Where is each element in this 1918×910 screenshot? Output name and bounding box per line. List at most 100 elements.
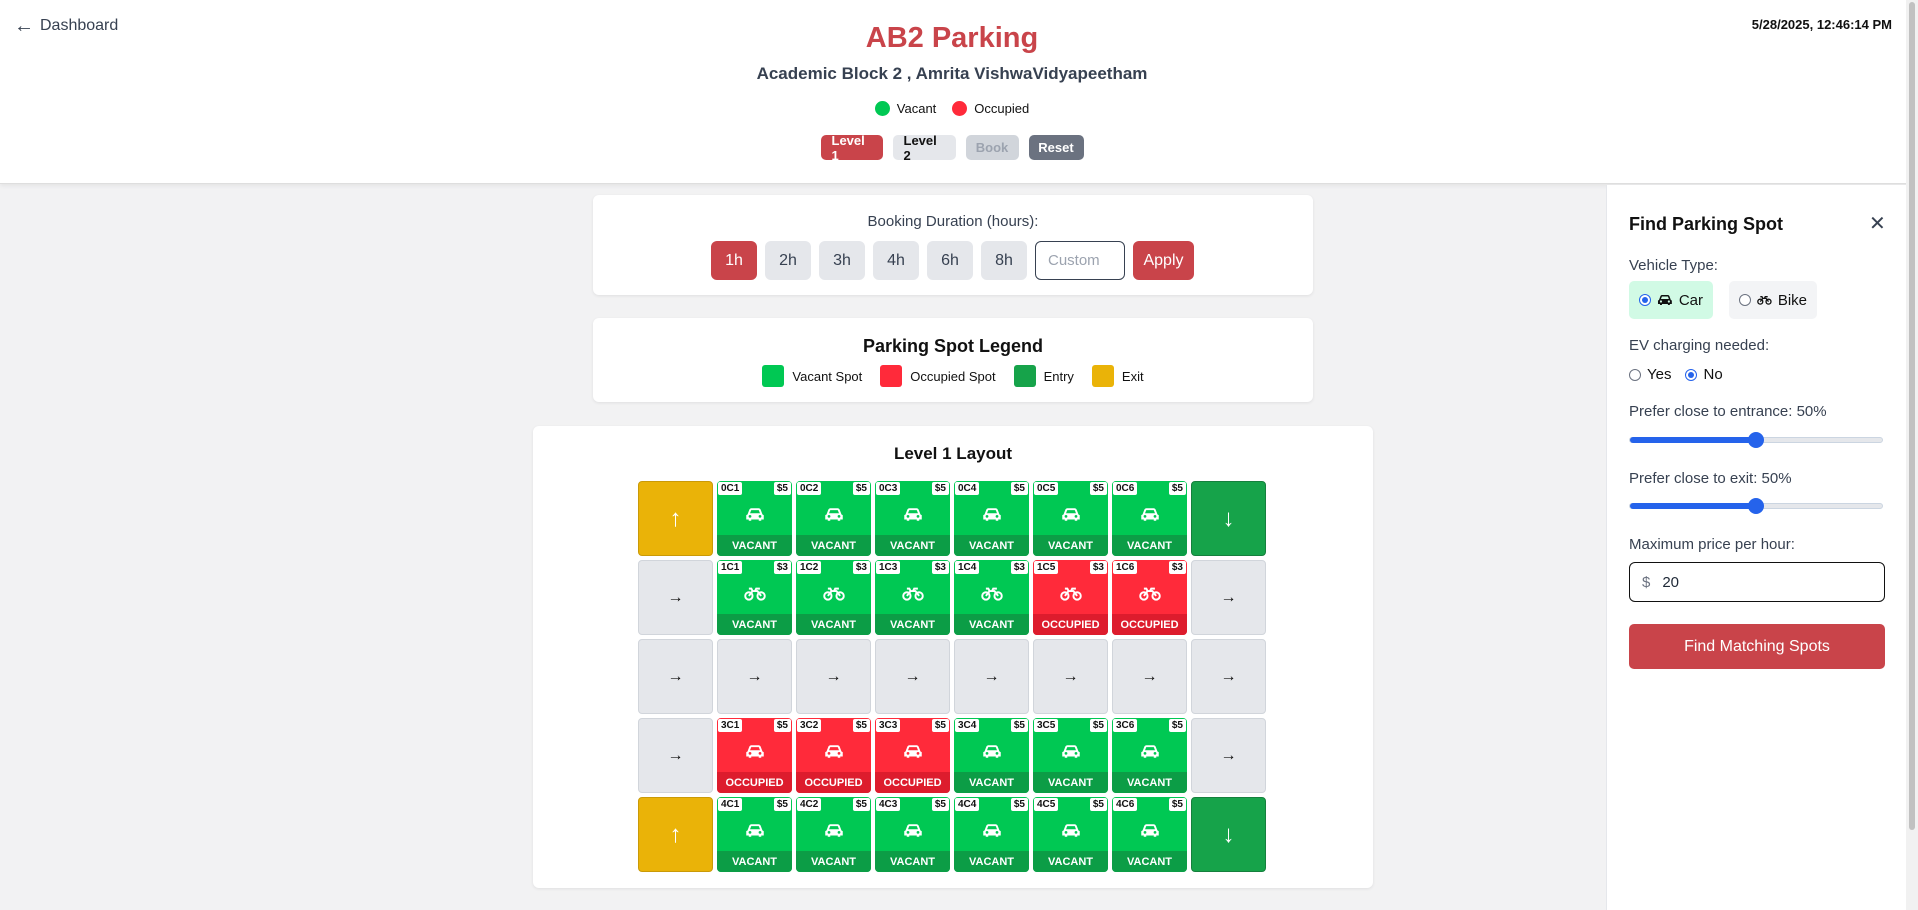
parking-spot-0C1[interactable]: 0C1 $5 VACANT <box>717 481 792 556</box>
duration-option-4h[interactable]: 4h <box>873 241 919 280</box>
vacant-swatch-icon <box>762 365 785 387</box>
ev-yes-radio[interactable] <box>1629 368 1641 381</box>
duration-option-8h[interactable]: 8h <box>981 241 1027 280</box>
down-arrow-icon: ↓ <box>1222 504 1235 532</box>
spot-price: $5 <box>773 719 791 732</box>
book-button[interactable]: Book <box>965 135 1019 160</box>
duration-option-6h[interactable]: 6h <box>927 241 973 280</box>
spot-price: $3 <box>1168 561 1186 574</box>
spot-status: VACANT <box>717 851 792 872</box>
vehicle-option-bike[interactable]: Bike <box>1729 281 1817 319</box>
parking-spot-1C2[interactable]: 1C2 $3 VACANT <box>796 560 871 635</box>
find-matching-spots-button[interactable]: Find Matching Spots <box>1629 624 1885 669</box>
spot-id: 3C3 <box>876 719 901 732</box>
parking-spot-1C3[interactable]: 1C3 $3 VACANT <box>875 560 950 635</box>
car-icon <box>1112 744 1187 759</box>
spot-status: VACANT <box>954 614 1029 635</box>
motorcycle-icon <box>796 586 871 601</box>
legend-item-label: Occupied Spot <box>910 368 996 384</box>
level-layout-card: Level 1 Layout ↑ 0C1 $5 VACANT 0C2 $5 VACANT 0C… <box>533 426 1373 888</box>
entrance-preference-slider[interactable] <box>1629 432 1883 448</box>
duration-option-3h[interactable]: 3h <box>819 241 865 280</box>
parking-spot-0C3[interactable]: 0C3 $5 VACANT <box>875 481 950 556</box>
exit-slider-handle[interactable] <box>1748 498 1764 514</box>
parking-spot-0C2[interactable]: 0C2 $5 VACANT <box>796 481 871 556</box>
close-icon[interactable]: ✕ <box>1869 211 1886 236</box>
car-icon <box>717 507 792 522</box>
parking-spot-1C5[interactable]: 1C5 $3 OCCUPIED <box>1033 560 1108 635</box>
status-legend: Vacant Occupied <box>0 101 1904 116</box>
apply-button[interactable]: Apply <box>1133 241 1194 280</box>
header: ← Dashboard 5/28/2025, 12:46:14 PM AB2 P… <box>0 0 1918 184</box>
parking-spot-4C2[interactable]: 4C2 $5 VACANT <box>796 797 871 872</box>
parking-spot-0C4[interactable]: 0C4 $5 VACANT <box>954 481 1029 556</box>
legend-item-occupied: Occupied Spot <box>880 365 996 387</box>
road-cell: → <box>717 639 792 714</box>
exit-preference-slider[interactable] <box>1629 498 1883 514</box>
max-price-input[interactable]: $ 20 <box>1629 562 1885 602</box>
duration-option-2h[interactable]: 2h <box>765 241 811 280</box>
level-1-button[interactable]: Level 1 <box>820 133 883 163</box>
spot-status: OCCUPIED <box>717 772 792 793</box>
spot-price: $5 <box>773 482 791 495</box>
custom-duration-input[interactable]: Custom <box>1035 241 1125 280</box>
parking-spot-0C5[interactable]: 0C5 $5 VACANT <box>1033 481 1108 556</box>
scrollbar-thumb[interactable] <box>1909 2 1915 830</box>
parking-spot-3C4[interactable]: 3C4 $5 VACANT <box>954 718 1029 793</box>
page-scrollbar[interactable] <box>1906 0 1918 910</box>
car-radio[interactable] <box>1639 294 1651 306</box>
spot-price: $3 <box>931 561 949 574</box>
parking-spot-4C5[interactable]: 4C5 $5 VACANT <box>1033 797 1108 872</box>
spot-price: $5 <box>931 719 949 732</box>
car-icon <box>717 823 792 838</box>
parking-spot-3C5[interactable]: 3C5 $5 VACANT <box>1033 718 1108 793</box>
parking-spot-3C1[interactable]: 3C1 $5 OCCUPIED <box>717 718 792 793</box>
motorcycle-icon <box>717 586 792 601</box>
duration-option-1h[interactable]: 1h <box>711 241 757 280</box>
spot-status: VACANT <box>796 851 871 872</box>
right-arrow-icon: → <box>1141 667 1158 685</box>
spot-status: VACANT <box>954 851 1029 872</box>
entrance-slider-handle[interactable] <box>1748 432 1764 448</box>
spot-id: 3C6 <box>1113 719 1138 732</box>
road-cell: → <box>875 639 950 714</box>
spot-status: OCCUPIED <box>875 772 950 793</box>
car-icon <box>1112 507 1187 522</box>
parking-spot-3C2[interactable]: 3C2 $5 OCCUPIED <box>796 718 871 793</box>
right-arrow-icon: → <box>1220 588 1237 606</box>
parking-spot-1C6[interactable]: 1C6 $3 OCCUPIED <box>1112 560 1187 635</box>
level-2-button[interactable]: Level 2 <box>892 133 956 163</box>
bike-radio[interactable] <box>1739 294 1751 306</box>
right-arrow-icon: → <box>1062 667 1079 685</box>
vehicle-option-car-label: Car <box>1678 291 1703 309</box>
spot-status: VACANT <box>1033 851 1108 872</box>
spot-id: 4C5 <box>1034 798 1059 811</box>
spot-status: VACANT <box>875 851 950 872</box>
parking-spot-3C6[interactable]: 3C6 $5 VACANT <box>1112 718 1187 793</box>
right-arrow-icon: → <box>825 667 842 685</box>
car-icon <box>875 823 950 838</box>
car-icon <box>796 507 871 522</box>
parking-spot-4C6[interactable]: 4C6 $5 VACANT <box>1112 797 1187 872</box>
parking-spot-4C1[interactable]: 4C1 $5 VACANT <box>717 797 792 872</box>
ev-no-radio[interactable] <box>1685 368 1698 381</box>
status-legend-vacant: Vacant <box>874 101 936 116</box>
parking-spot-1C4[interactable]: 1C4 $3 VACANT <box>954 560 1029 635</box>
parking-spot-4C3[interactable]: 4C3 $5 VACANT <box>875 797 950 872</box>
car-icon <box>1112 823 1187 838</box>
road-cell: → <box>1112 639 1187 714</box>
car-icon <box>1033 823 1108 838</box>
parking-spot-0C6[interactable]: 0C6 $5 VACANT <box>1112 481 1187 556</box>
parking-spot-3C3[interactable]: 3C3 $5 OCCUPIED <box>875 718 950 793</box>
vehicle-option-car[interactable]: Car <box>1629 281 1713 319</box>
spot-price: $5 <box>1010 719 1028 732</box>
spot-status: VACANT <box>1033 535 1108 556</box>
parking-spot-4C4[interactable]: 4C4 $5 VACANT <box>954 797 1029 872</box>
exit-cell: ↑ <box>638 797 713 872</box>
legend-title: Parking Spot Legend <box>862 336 1044 356</box>
reset-button[interactable]: Reset <box>1028 135 1084 160</box>
right-arrow-icon: → <box>667 588 684 606</box>
parking-spot-1C1[interactable]: 1C1 $3 VACANT <box>717 560 792 635</box>
spot-id: 3C1 <box>718 719 743 732</box>
spot-price: $5 <box>1010 798 1028 811</box>
